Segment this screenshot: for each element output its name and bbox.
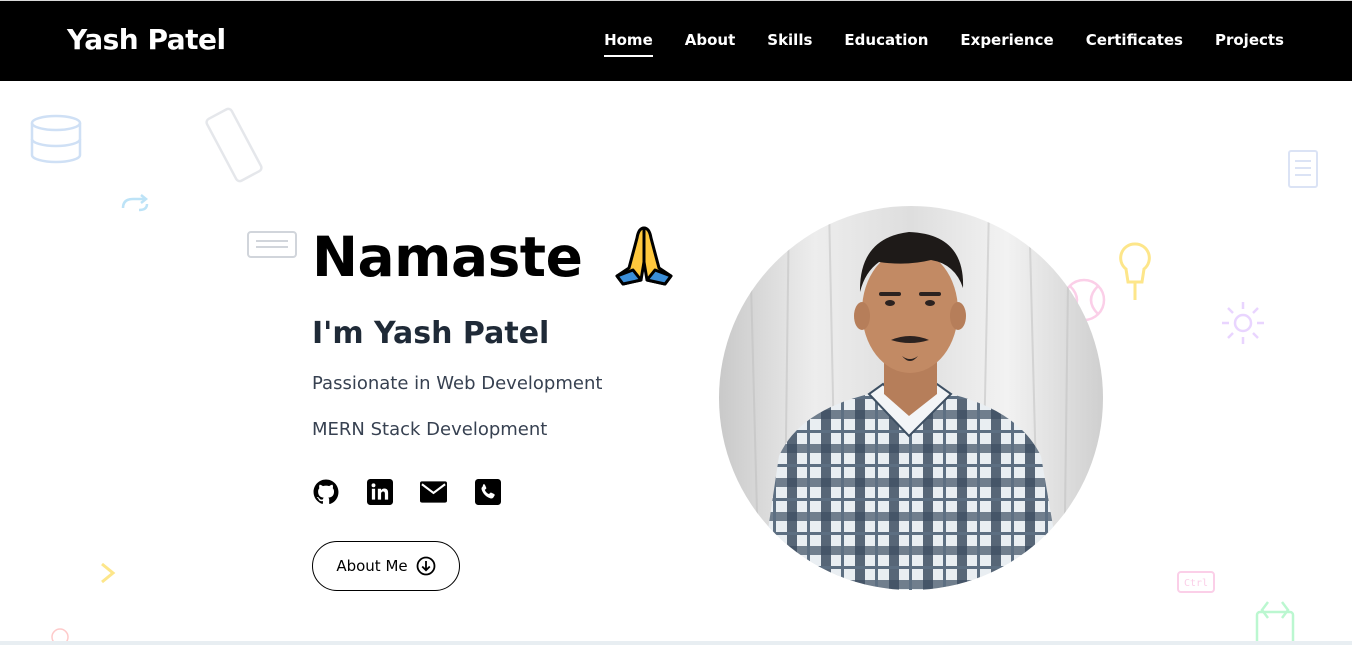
phone-link[interactable] — [474, 478, 501, 505]
bottom-strip — [0, 641, 1352, 645]
nav-links: Home About Skills Education Experience C… — [572, 31, 1284, 57]
social-links — [312, 478, 501, 505]
nav-link-home[interactable]: Home — [604, 31, 653, 57]
profile-photo — [719, 206, 1103, 590]
code-bag-icon — [1255, 601, 1295, 645]
sun-icon — [1222, 302, 1264, 344]
nav-link-skills[interactable]: Skills — [767, 31, 812, 55]
phone-device-icon — [205, 107, 263, 183]
nav-link-experience[interactable]: Experience — [960, 31, 1053, 55]
document-icon — [1288, 150, 1318, 188]
linkedin-link[interactable] — [366, 478, 393, 505]
ctrl-key-icon: Ctrl — [1177, 571, 1215, 593]
github-link[interactable] — [312, 478, 339, 505]
greeting-text: Namaste — [312, 225, 583, 289]
mail-icon — [420, 480, 447, 503]
keyboard-icon — [247, 231, 297, 258]
linkedin-icon — [366, 478, 393, 505]
lightbulb-icon — [1119, 242, 1151, 300]
database-icon — [30, 114, 82, 164]
tagline-mern: MERN Stack Development — [312, 419, 548, 440]
nav-link-projects[interactable]: Projects — [1215, 31, 1284, 55]
nav-link-education[interactable]: Education — [844, 31, 928, 55]
refresh-arrows-icon — [121, 194, 149, 212]
top-navbar: Yash Patel Home About Skills Education E… — [0, 0, 1352, 81]
email-link[interactable] — [420, 478, 447, 505]
greeting-heading: Namaste — [312, 222, 677, 289]
about-me-label: About Me — [336, 557, 408, 575]
tagline-web-dev: Passionate in Web Development — [312, 373, 603, 394]
page: Yash Patel Home About Skills Education E… — [0, 0, 1352, 645]
arrow-down-circle-icon — [416, 556, 436, 576]
folded-hands-icon — [615, 226, 673, 286]
brand-logo[interactable]: Yash Patel — [67, 23, 226, 56]
github-icon — [313, 479, 338, 504]
intro-heading: I'm Yash Patel — [312, 316, 550, 351]
nav-link-about[interactable]: About — [685, 31, 736, 55]
about-me-button[interactable]: About Me — [312, 541, 460, 591]
chevron-right-icon — [101, 562, 116, 584]
nav-link-certificates[interactable]: Certificates — [1086, 31, 1183, 55]
phone-icon — [474, 478, 501, 505]
profile-photo-illustration — [719, 206, 1103, 590]
svg-text:Ctrl: Ctrl — [1184, 578, 1208, 589]
